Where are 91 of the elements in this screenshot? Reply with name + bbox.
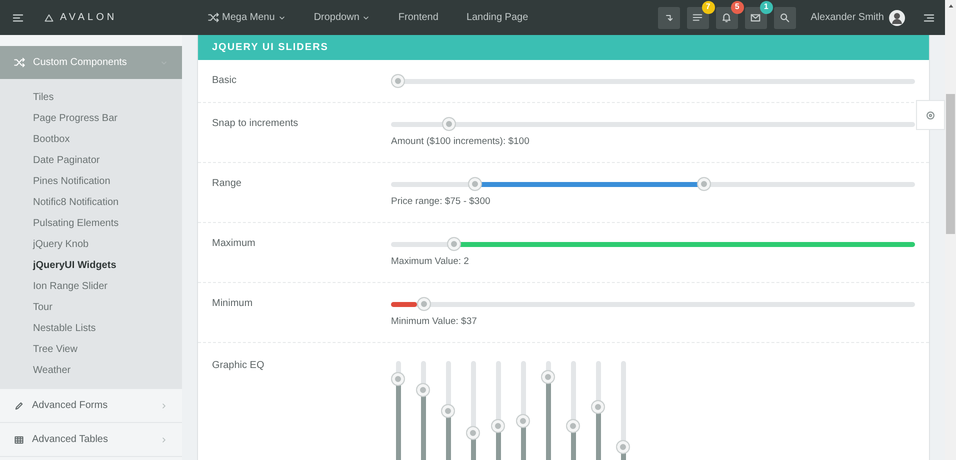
sidebar-item[interactable]: Advanced Forms: [0, 389, 182, 423]
row-label: Range: [212, 177, 242, 191]
scroll-up-icon: [948, 3, 954, 9]
slider-handle[interactable]: [516, 414, 530, 428]
submenu-item[interactable]: jQuery Knob: [0, 234, 182, 255]
slider[interactable]: [391, 297, 915, 311]
submenu-item[interactable]: Ion Range Slider: [0, 276, 182, 297]
slider-handle[interactable]: [466, 426, 480, 440]
slider-handle[interactable]: [541, 370, 555, 384]
shuffle-icon: [208, 12, 219, 23]
settings-button[interactable]: [916, 100, 945, 130]
slider-handle[interactable]: [566, 419, 580, 434]
list-icon: [692, 12, 704, 23]
slider-handle[interactable]: [416, 297, 430, 311]
search-icon: [779, 12, 790, 23]
eq-slider[interactable]: [466, 361, 480, 460]
count-badge: 7: [702, 0, 715, 14]
slider-handle[interactable]: [416, 383, 430, 397]
row-label: Maximum: [212, 237, 256, 251]
table-icon: [14, 434, 24, 444]
sidebar-item[interactable]: Advanced Tables: [0, 423, 182, 457]
submenu-item[interactable]: Page Progress Bar: [0, 108, 182, 129]
nav-link[interactable]: Frontend: [398, 10, 438, 25]
slider-handle[interactable]: [391, 372, 405, 386]
count-badge: 1: [760, 0, 773, 14]
eq-slider[interactable]: [391, 361, 405, 460]
avatar-icon: [889, 10, 905, 26]
slider-handle[interactable]: [441, 404, 455, 418]
shuffle-icon: [14, 57, 25, 68]
chevron-down-icon: [278, 14, 286, 22]
eq-slider[interactable]: [416, 361, 430, 460]
row-label: Graphic EQ: [212, 359, 266, 373]
slider[interactable]: [391, 117, 915, 131]
submenu-item[interactable]: Pulsating Elements: [0, 213, 182, 234]
slider-handle[interactable]: [442, 117, 456, 131]
logo-icon: [44, 12, 54, 22]
slider-value: Price range: $75 - $300: [391, 196, 492, 208]
user-name: Alexander Smith: [810, 11, 884, 25]
row-label: Snap to increments: [212, 117, 300, 131]
row-label: Minimum: [212, 297, 254, 311]
bell-icon: [721, 12, 732, 23]
submenu-item[interactable]: Tour: [0, 297, 182, 318]
slider[interactable]: [391, 74, 915, 88]
slider[interactable]: [391, 237, 915, 251]
eq-slider[interactable]: [616, 361, 630, 460]
nav-link[interactable]: Mega Menu: [208, 10, 286, 25]
submenu-item[interactable]: Notific8 Notification: [0, 192, 182, 213]
slider-value: Maximum Value: 2: [391, 256, 470, 268]
pencil-icon: [14, 400, 24, 410]
eq-slider[interactable]: [591, 361, 605, 460]
slider-handle[interactable]: [591, 400, 605, 414]
corner-arrow-icon: [664, 12, 674, 22]
slider-handle[interactable]: [697, 177, 711, 191]
nav-link[interactable]: Dropdown: [314, 10, 370, 25]
submenu-item[interactable]: Tiles: [0, 87, 182, 108]
eq-slider[interactable]: [516, 361, 530, 460]
slider-value: Minimum Value: $37: [391, 316, 478, 328]
toolbar-button[interactable]: [774, 6, 796, 28]
submenu-item[interactable]: Nestable Lists: [0, 318, 182, 339]
submenu-item[interactable]: Tree View: [0, 339, 182, 360]
submenu-item[interactable]: Weather: [0, 360, 182, 381]
nav-link[interactable]: Landing Page: [466, 10, 528, 25]
eq-slider[interactable]: [541, 361, 555, 460]
envelope-icon: [750, 12, 762, 23]
slider-handle[interactable]: [491, 419, 505, 434]
slider-handle[interactable]: [391, 74, 405, 88]
eq-slider[interactable]: [566, 361, 580, 460]
submenu-item[interactable]: jQueryUI Widgets: [0, 255, 182, 276]
brand-name: AVALON: [60, 11, 118, 25]
submenu-item[interactable]: Date Paginator: [0, 150, 182, 171]
submenu-item[interactable]: Bootbox: [0, 129, 182, 150]
slider-handle[interactable]: [447, 237, 462, 251]
chevron-down-icon: [362, 14, 370, 22]
eq-slider[interactable]: [491, 361, 505, 460]
menu-icon: [12, 12, 24, 24]
scrollbar-thumb[interactable]: [946, 94, 955, 234]
chevron-right-icon: [160, 436, 168, 444]
slider[interactable]: [391, 177, 915, 191]
slider-handle[interactable]: [468, 177, 482, 191]
submenu-item[interactable]: Pines Notification: [0, 171, 182, 192]
sidebar-item[interactable]: Custom Components: [0, 46, 182, 80]
panel-title: JQUERY UI SLIDERS: [212, 41, 328, 55]
menu-icon: [923, 12, 935, 24]
eq-slider[interactable]: [441, 361, 455, 460]
chevron-right-icon: [160, 402, 168, 410]
slider-handle[interactable]: [616, 440, 630, 454]
row-label: Basic: [212, 74, 238, 88]
settings-icon: [925, 110, 936, 120]
toolbar-button[interactable]: [658, 6, 680, 28]
slider-value: Amount ($100 increments): $100: [391, 136, 530, 148]
count-badge: 5: [730, 0, 744, 14]
